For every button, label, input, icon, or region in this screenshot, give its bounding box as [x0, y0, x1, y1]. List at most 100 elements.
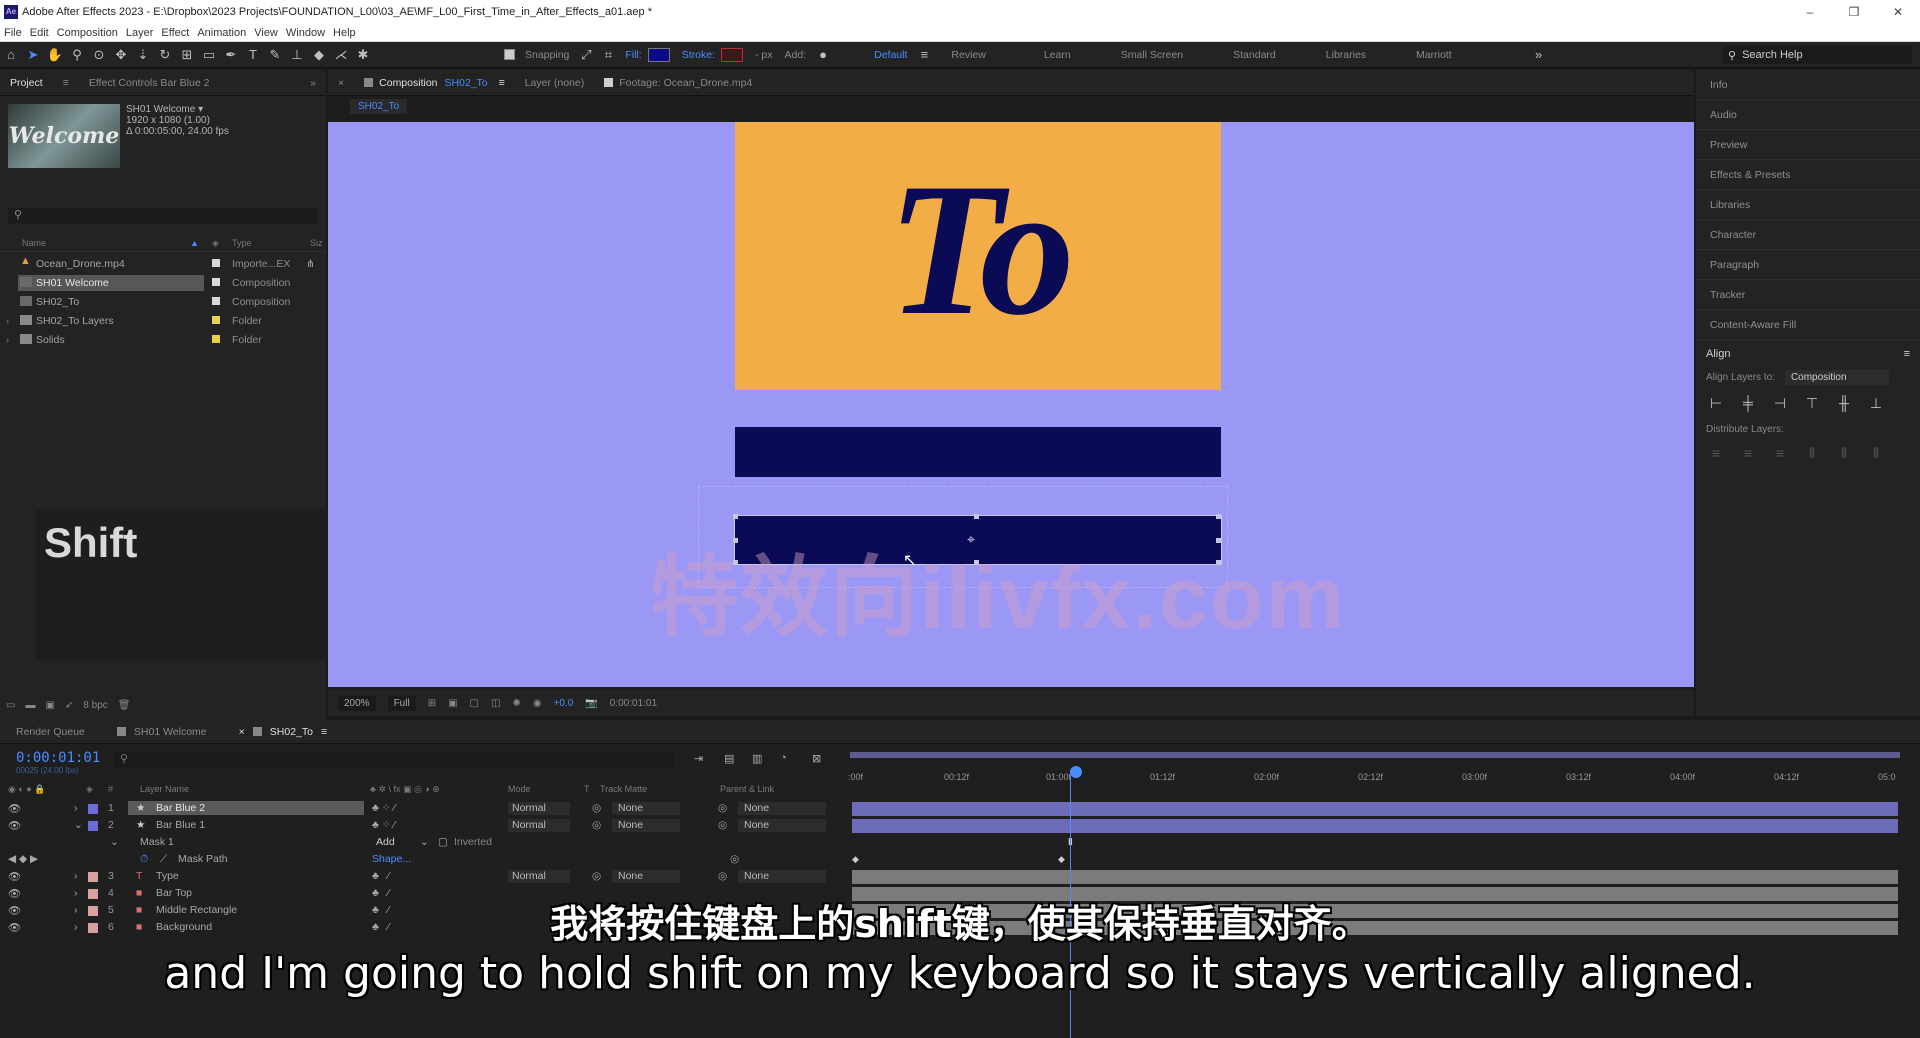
fill-swatch[interactable]: [647, 47, 670, 62]
panel-audio[interactable]: Audio: [1696, 100, 1920, 130]
col-track-matte[interactable]: Track Matte: [600, 784, 647, 794]
orange-card[interactable]: To: [735, 122, 1221, 390]
shy-icon[interactable]: ♣ ⁘ ⁄: [372, 819, 395, 831]
panel-tracker[interactable]: Tracker: [1696, 280, 1920, 310]
graph-editor-icon[interactable]: ⊠: [812, 752, 821, 765]
chevron-down-icon[interactable]: ⌄: [420, 836, 429, 848]
panel-paragraph[interactable]: Paragraph: [1696, 250, 1920, 280]
tab-menu-icon[interactable]: ≡: [499, 77, 505, 89]
distribute-right-icon[interactable]: ⦀: [1866, 445, 1886, 462]
expand-arrow-icon[interactable]: ›: [74, 802, 78, 814]
composition-mini-flowchart-icon[interactable]: ⇥: [694, 752, 703, 765]
visibility-icon[interactable]: 👁: [8, 819, 21, 832]
panel-overflow-icon[interactable]: »: [300, 77, 326, 89]
workspace-small-screen[interactable]: Small Screen: [1121, 49, 1183, 61]
panel-libraries[interactable]: Libraries: [1696, 190, 1920, 220]
trash-icon[interactable]: 🗑: [118, 700, 131, 711]
align-left-icon[interactable]: ⊢: [1706, 395, 1726, 412]
panel-preview[interactable]: Preview: [1696, 130, 1920, 160]
new-comp-icon[interactable]: ▣: [45, 700, 54, 711]
align-top-icon[interactable]: ⊤: [1802, 395, 1822, 412]
eraser-tool-icon[interactable]: ◆: [308, 45, 330, 65]
label-swatch[interactable]: [88, 821, 98, 831]
stopwatch-icon[interactable]: ⏱: [140, 853, 148, 866]
parent-select[interactable]: None: [738, 819, 826, 832]
layer-name[interactable]: Bar Blue 2: [128, 801, 364, 815]
work-area-bar[interactable]: [850, 752, 1900, 758]
new-folder-icon[interactable]: ▬: [25, 700, 35, 711]
flowchart-icon[interactable]: ➶: [65, 700, 73, 711]
guides-icon[interactable]: ▢: [470, 698, 479, 709]
restore-icon[interactable]: ❐: [1832, 5, 1876, 19]
rotate-tool-icon[interactable]: ↻: [154, 45, 176, 65]
table-row[interactable]: ⌄ Mask 1 Add ⌄ ▢ Inverted: [0, 834, 848, 851]
search-help-input[interactable]: ⚲ Search Help: [1722, 46, 1912, 64]
list-item[interactable]: SH01 Welcome Composition: [0, 273, 326, 292]
menu-edit[interactable]: Edit: [30, 27, 49, 39]
distribute-left-icon[interactable]: ⦀: [1802, 445, 1822, 462]
tab-sh01-welcome[interactable]: SH01 Welcome: [101, 726, 223, 738]
track-matte-select[interactable]: None: [612, 819, 680, 832]
expand-arrow-icon[interactable]: ›: [6, 335, 9, 345]
close-icon[interactable]: ✕: [1876, 5, 1920, 19]
motion-blur-icon[interactable]: ◔: [780, 752, 787, 764]
roto-brush-icon[interactable]: ⋌: [330, 45, 352, 65]
col-parent[interactable]: Parent & Link: [720, 784, 774, 794]
parent-select[interactable]: None: [738, 870, 826, 883]
workspace-standard[interactable]: Standard: [1233, 49, 1276, 61]
snap-grid-icon[interactable]: ⌗: [597, 45, 619, 65]
table-row[interactable]: 👁 › 3 Type T ♣ ⁄ Normal ◎ None ◎ None: [0, 868, 848, 885]
pick-whip-icon[interactable]: ◎: [718, 819, 727, 831]
distribute-v-center-icon[interactable]: ≡: [1738, 445, 1758, 462]
layer-name[interactable]: Bar Blue 1: [128, 818, 364, 832]
col-size[interactable]: Siz: [310, 238, 323, 248]
pen-tool-icon[interactable]: ✒: [220, 45, 242, 65]
mask-path-value[interactable]: Shape...: [372, 853, 411, 865]
expand-arrow-icon[interactable]: ›: [74, 870, 78, 882]
panel-menu-icon[interactable]: ≡: [1904, 348, 1910, 360]
dolly-camera-icon[interactable]: ⇣: [132, 45, 154, 65]
stroke-swatch[interactable]: [720, 47, 743, 62]
blend-mode-select[interactable]: Normal: [508, 870, 570, 883]
tab-menu-icon[interactable]: ≡: [53, 77, 79, 89]
inverted-checkbox[interactable]: ▢: [438, 836, 448, 848]
table-row[interactable]: 👁 › 1 Bar Blue 2 ★ ♣ ⁘ ⁄ Normal ◎ None ◎…: [0, 800, 848, 817]
matte-link-icon[interactable]: ◎: [592, 819, 601, 831]
visibility-icon[interactable]: 👁: [8, 802, 21, 815]
shy-icon[interactable]: ♣ ⁄: [372, 870, 389, 882]
menu-animation[interactable]: Animation: [197, 27, 246, 39]
stroke-width[interactable]: - px: [755, 49, 773, 61]
table-row[interactable]: ◀ ◆ ▶ ⏱ ⟋ Mask Path Shape... ◎: [0, 851, 848, 868]
align-right-icon[interactable]: ⊣: [1770, 395, 1790, 412]
tab-layer[interactable]: Layer (none): [515, 77, 595, 89]
tab-menu-icon[interactable]: ≡: [321, 726, 327, 738]
menu-help[interactable]: Help: [333, 27, 356, 39]
close-tab-icon[interactable]: ×: [328, 77, 354, 89]
blend-mode-select[interactable]: Normal: [508, 819, 570, 832]
layer-name[interactable]: Type: [128, 869, 364, 883]
label-col-icon[interactable]: ◈: [212, 238, 219, 249]
hand-tool-icon[interactable]: ✋: [44, 45, 66, 65]
workspace-review[interactable]: Review: [951, 49, 985, 61]
transform-handle[interactable]: [974, 514, 979, 519]
workspace-marriott[interactable]: Marriott: [1416, 49, 1452, 61]
minimize-icon[interactable]: –: [1788, 5, 1832, 19]
workspace-default[interactable]: Default: [874, 49, 907, 61]
align-v-center-icon[interactable]: ╫: [1834, 395, 1854, 412]
expand-arrow-icon[interactable]: ›: [6, 316, 9, 326]
transform-handle[interactable]: [1216, 514, 1221, 519]
menu-view[interactable]: View: [254, 27, 278, 39]
selected-item-name[interactable]: SH01 Welcome ▾: [126, 104, 229, 115]
collapse-arrow-icon[interactable]: ⌄: [110, 836, 119, 848]
workspace-learn[interactable]: Learn: [1044, 49, 1071, 61]
pick-whip-icon[interactable]: ◎: [718, 870, 727, 882]
more-workspaces-icon[interactable]: »: [1528, 45, 1550, 65]
tab-render-queue[interactable]: Render Queue: [0, 726, 101, 738]
distribute-h-center-icon[interactable]: ⦀: [1834, 445, 1854, 462]
col-layer-name[interactable]: Layer Name: [140, 784, 189, 794]
puppet-pin-icon[interactable]: ✱: [352, 45, 374, 65]
snap-options-icon[interactable]: ⤢: [575, 45, 597, 65]
tab-effect-controls[interactable]: Effect Controls Bar Blue 2: [79, 77, 220, 89]
label-swatch[interactable]: [88, 804, 98, 814]
list-item[interactable]: › SH02_To Layers Folder: [0, 311, 326, 330]
